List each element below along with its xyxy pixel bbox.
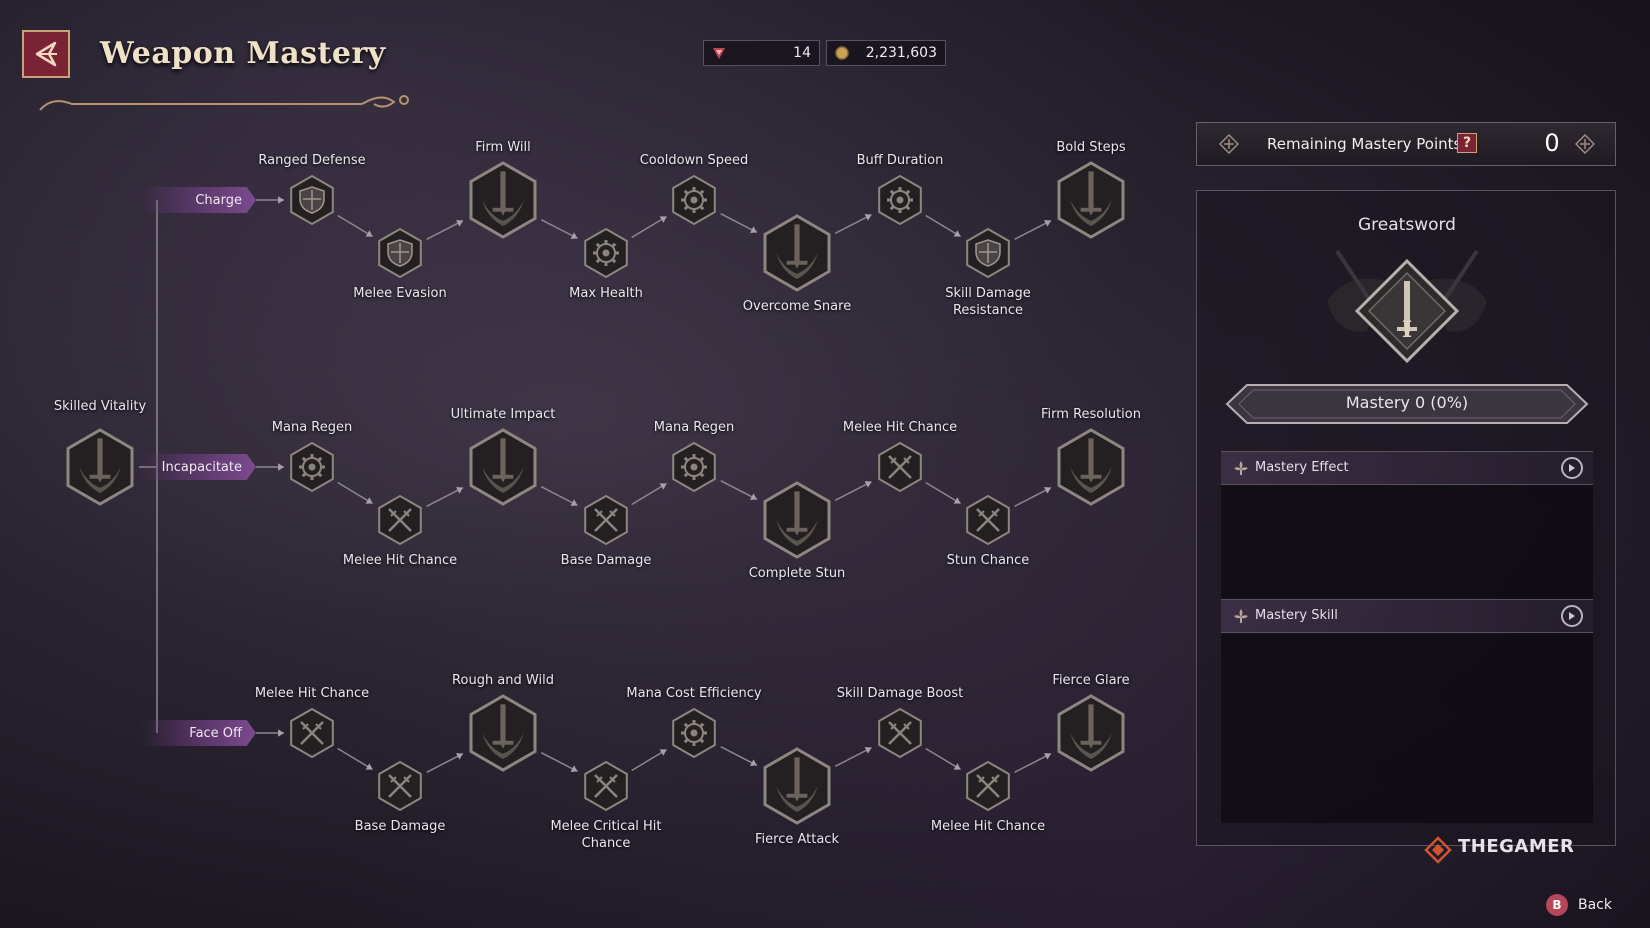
fleur-icon — [1234, 461, 1248, 475]
gear-icon — [681, 454, 707, 480]
b-button-icon: B — [1546, 894, 1568, 916]
help-icon[interactable]: ? — [1457, 133, 1477, 153]
back-button[interactable]: B Back — [1546, 892, 1612, 918]
node-label: Skill Damage Boost — [836, 686, 964, 701]
node-label: Mana Regen — [271, 420, 353, 435]
fleur-icon — [1234, 609, 1248, 623]
skill-node-2-5[interactable] — [758, 747, 836, 825]
skill-node-2-3[interactable] — [580, 760, 632, 812]
skill-node-0-8[interactable] — [1052, 161, 1130, 239]
skill-node-2-8[interactable] — [1052, 694, 1130, 772]
node-label: Base Damage — [354, 819, 446, 834]
node-label: Buff Duration — [856, 153, 944, 168]
skill-node-0-6[interactable] — [874, 174, 926, 226]
node-label: Melee Hit Chance — [254, 686, 370, 701]
remaining-points-value: 0 — [1544, 129, 1560, 157]
node-label: Max Health — [569, 286, 643, 301]
node-label: Mana Regen — [653, 420, 735, 435]
skill-node-1-8[interactable] — [1052, 428, 1130, 506]
greatsword-emblem-icon — [1327, 249, 1487, 364]
gear-icon — [681, 720, 707, 746]
skill-node-0-7[interactable] — [962, 227, 1014, 279]
node-label: Skill Damage Resistance — [945, 286, 1031, 318]
mastery-effect-label: Mastery Effect — [1255, 460, 1349, 475]
node-label: Ranged Defense — [258, 153, 366, 168]
skill-node-1-4[interactable] — [668, 441, 720, 493]
shield-icon — [387, 239, 413, 267]
shield-icon — [299, 186, 325, 214]
skill-node-2-2[interactable] — [464, 694, 542, 772]
mastery-skill-content — [1221, 633, 1593, 823]
play-icon[interactable] — [1561, 605, 1583, 627]
skill-node-1-3[interactable] — [580, 494, 632, 546]
branch-tag: Charge — [140, 187, 256, 213]
shield-icon — [975, 239, 1001, 267]
node-label: Complete Stun — [748, 566, 846, 581]
node-label: Base Damage — [560, 553, 652, 568]
gear-icon — [299, 454, 325, 480]
mastery-effect-content — [1221, 485, 1593, 599]
weapon-rank: I — [1401, 317, 1413, 343]
skill-node-1-0[interactable] — [286, 441, 338, 493]
skill-node-0-0[interactable] — [286, 174, 338, 226]
node-label: Mana Cost Efficiency — [626, 686, 762, 701]
mastery-level-text: Mastery 0 (0%) — [1345, 393, 1469, 412]
skill-node-0-3[interactable] — [580, 227, 632, 279]
ornament-left-icon — [1219, 134, 1239, 154]
skill-node-2-0[interactable] — [286, 707, 338, 759]
node-label: Rough and Wild — [452, 673, 554, 688]
mastery-skill-header[interactable]: Mastery Skill — [1221, 599, 1593, 633]
gear-icon — [887, 187, 913, 213]
skill-node-0-2[interactable] — [464, 161, 542, 239]
mastery-effect-header[interactable]: Mastery Effect — [1221, 451, 1593, 485]
node-label: Cooldown Speed — [639, 153, 749, 168]
skill-node-2-6[interactable] — [874, 707, 926, 759]
node-label: Fierce Glare — [1052, 673, 1130, 688]
skill-node-1-2[interactable] — [464, 428, 542, 506]
remaining-points-label: Remaining Mastery Points — [1267, 135, 1462, 153]
node-label: Melee Critical Hit Chance — [550, 819, 662, 851]
watermark-text: THEGAMER — [1458, 836, 1575, 857]
remaining-points-bar: Remaining Mastery Points ? 0 — [1196, 122, 1616, 166]
weapon-name: Greatsword — [1358, 215, 1456, 235]
mastery-level-bar: Mastery 0 (0%) — [1223, 381, 1591, 427]
back-label: Back — [1578, 897, 1612, 913]
node-label: Ultimate Impact — [450, 407, 556, 422]
node-label: Firm Will — [475, 140, 531, 155]
node-label: Melee Evasion — [353, 286, 447, 301]
node-label: Melee Hit Chance — [930, 819, 1046, 834]
branch-tag: Face Off — [140, 720, 256, 746]
gear-icon — [681, 187, 707, 213]
ornament-right-icon — [1575, 134, 1595, 154]
skill-node-2-1[interactable] — [374, 760, 426, 812]
branch-tag: Incapacitate — [140, 454, 256, 480]
node-label: Fierce Attack — [755, 832, 839, 847]
gear-icon — [593, 240, 619, 266]
node-label: Overcome Snare — [742, 299, 852, 314]
skill-node-0-4[interactable] — [668, 174, 720, 226]
weapon-info-panel: Greatsword I Mastery 0 (0%) Mastery Effe… — [1196, 190, 1616, 846]
skill-node-1-7[interactable] — [962, 494, 1014, 546]
node-label: Melee Hit Chance — [342, 553, 458, 568]
skill-node-2-4[interactable] — [668, 707, 720, 759]
skill-node-1-1[interactable] — [374, 494, 426, 546]
node-label: Skilled Vitality — [53, 399, 147, 414]
skill-node-1-5[interactable] — [758, 481, 836, 559]
node-label: Stun Chance — [946, 553, 1030, 568]
node-label: Bold Steps — [1056, 140, 1126, 155]
node-label: Firm Resolution — [1041, 407, 1141, 422]
skill-node-1-6[interactable] — [874, 441, 926, 493]
mastery-skill-label: Mastery Skill — [1255, 608, 1338, 623]
play-icon[interactable] — [1561, 457, 1583, 479]
skill-node-0-5[interactable] — [758, 214, 836, 292]
thegamer-logo-icon — [1424, 836, 1452, 864]
skill-node-root[interactable] — [61, 428, 139, 506]
skill-node-2-7[interactable] — [962, 760, 1014, 812]
node-label: Melee Hit Chance — [842, 420, 958, 435]
skill-node-0-1[interactable] — [374, 227, 426, 279]
